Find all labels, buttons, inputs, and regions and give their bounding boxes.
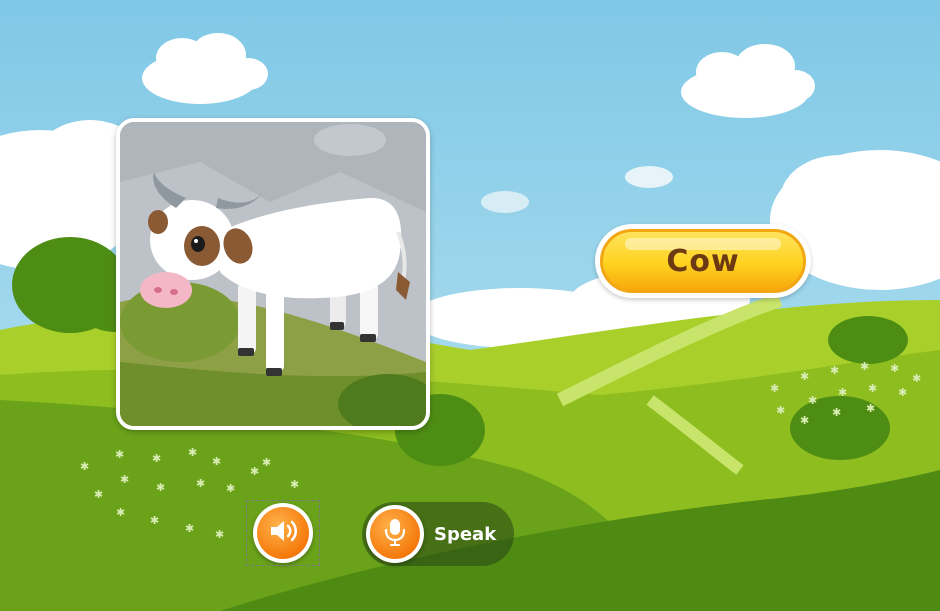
svg-text:✱: ✱ [188,446,197,459]
picture-card [116,118,430,430]
svg-text:✱: ✱ [80,460,89,473]
svg-text:✱: ✱ [912,372,921,385]
svg-text:✱: ✱ [262,456,271,469]
svg-text:✱: ✱ [290,478,299,491]
svg-text:✱: ✱ [212,455,221,468]
svg-text:✱: ✱ [94,488,103,501]
svg-text:✱: ✱ [120,473,129,486]
play-sound-button[interactable] [246,500,320,566]
svg-text:✱: ✱ [116,506,125,519]
svg-text:✱: ✱ [185,522,194,535]
svg-text:✱: ✱ [898,386,907,399]
svg-text:✱: ✱ [150,514,159,527]
microphone-icon [383,517,407,551]
svg-text:✱: ✱ [838,386,847,399]
word-pill-face: Cow [600,229,806,293]
svg-text:✱: ✱ [800,370,809,383]
speak-core [370,509,420,559]
svg-text:✱: ✱ [250,465,259,478]
lesson-screen: ✱ ✱ ✱ ✱ ✱ ✱ ✱ ✱ ✱ ✱ ✱ ✱ ✱ ✱ ✱ ✱ ✱ ✱ ✱ ✱ ✱ ✱ ✱ ✱ ✱ ✱ ✱ ✱ ✱ ✱… [0,0,940,611]
svg-text:✱: ✱ [152,452,161,465]
svg-text:✱: ✱ [890,362,899,375]
svg-text:✱: ✱ [868,382,877,395]
svg-text:✱: ✱ [830,364,839,377]
svg-text:✱: ✱ [215,528,224,541]
speak-button[interactable]: Speak [362,502,514,566]
speaker-icon [268,518,298,548]
word-answer-button[interactable]: Cow [595,224,811,298]
svg-text:✱: ✱ [776,404,785,417]
cow-illustration [120,122,426,426]
svg-text:✱: ✱ [156,481,165,494]
svg-text:✱: ✱ [196,477,205,490]
svg-text:✱: ✱ [800,414,809,427]
svg-text:✱: ✱ [866,402,875,415]
svg-text:✱: ✱ [808,394,817,407]
svg-text:✱: ✱ [860,360,869,373]
svg-text:✱: ✱ [832,406,841,419]
svg-text:✱: ✱ [770,382,779,395]
play-sound-ring [253,503,313,563]
svg-text:✱: ✱ [226,482,235,495]
word-label: Cow [666,243,740,279]
speak-label: Speak [434,523,497,545]
svg-text:✱: ✱ [115,448,124,461]
play-sound-core [257,507,309,559]
speak-ring [366,505,424,563]
